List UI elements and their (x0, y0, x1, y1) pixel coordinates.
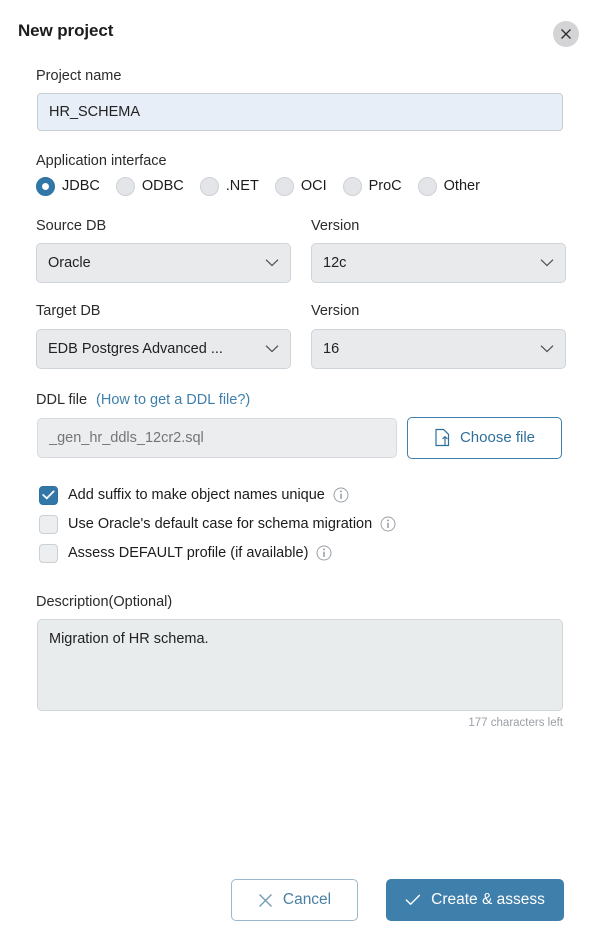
info-icon[interactable] (333, 487, 349, 503)
characters-left-counter: 177 characters left (468, 717, 563, 730)
dialog-title: New project (18, 21, 114, 40)
radio-other[interactable]: Other (417, 176, 480, 196)
ddl-file-label: DDL file (36, 391, 88, 408)
checkbox-label: Use Oracle's default case for schema mig… (68, 516, 373, 533)
radio-indicator (36, 176, 55, 196)
target-version-group: Version 16 (311, 303, 566, 369)
ddl-file-input[interactable] (37, 417, 397, 458)
cancel-button[interactable]: Cancel (231, 879, 358, 921)
create-and-assess-button[interactable]: Create & assess (386, 879, 564, 921)
source-db-label: Source DB (36, 217, 107, 234)
application-interface-group: Application interface JDBC ODBC .NET OCI (0, 153, 600, 196)
target-db-row: Target DB EDB Postgres Advanced ... Vers… (0, 303, 600, 369)
application-interface-label: Application interface (36, 153, 167, 170)
ddl-help-link[interactable]: (How to get a DDL file?) (96, 392, 250, 408)
radio-label: ProC (368, 178, 402, 195)
source-db-select-wrap: Oracle (36, 243, 291, 284)
project-name-input[interactable] (37, 93, 563, 132)
source-db-group: Source DB Oracle (36, 217, 291, 284)
new-project-dialog: New project Project name Application int… (0, 0, 600, 945)
source-version-group: Version 12c (311, 217, 566, 284)
radio-jdbc[interactable]: JDBC (36, 176, 100, 196)
checkbox-row-default-profile: Assess DEFAULT profile (if available) (39, 539, 600, 568)
choose-file-label: Choose file (459, 429, 536, 447)
target-db-label: Target DB (36, 303, 101, 320)
check-icon (42, 490, 55, 500)
dialog-header: New project (0, 0, 600, 68)
source-db-row: Source DB Oracle Version 12c (0, 217, 600, 284)
create-and-assess-label: Create & assess (431, 891, 545, 908)
source-version-select[interactable]: 12c (311, 243, 566, 284)
check-icon (405, 894, 421, 905)
description-textarea[interactable] (37, 619, 563, 712)
checkbox-label: Assess DEFAULT profile (if available) (68, 545, 309, 562)
dialog-body: Project name Application interface JDBC … (0, 68, 600, 729)
radio-oci[interactable]: OCI (274, 176, 327, 196)
x-icon (258, 893, 272, 907)
project-name-group: Project name (0, 68, 600, 132)
radio-indicator (199, 176, 219, 196)
ddl-file-label-row: DDL file (How to get a DDL file?) (0, 392, 600, 409)
radio-odbc[interactable]: ODBC (115, 176, 184, 196)
target-version-select-wrap: 16 (311, 328, 566, 369)
radio-label: JDBC (62, 178, 100, 195)
radio-label: ODBC (141, 178, 184, 195)
checkbox-row-default-case: Use Oracle's default case for schema mig… (39, 510, 600, 539)
checkbox-default-case[interactable] (39, 514, 58, 534)
cancel-label: Cancel (282, 891, 332, 908)
source-version-select-wrap: 12c (311, 243, 566, 284)
radio-label: .NET (225, 178, 259, 195)
description-group: Description(Optional) 177 characters lef… (0, 594, 600, 729)
target-db-group: Target DB EDB Postgres Advanced ... (36, 303, 291, 369)
radio-proc[interactable]: ProC (342, 176, 402, 196)
radio-indicator (342, 176, 362, 196)
target-db-select-wrap: EDB Postgres Advanced ... (36, 328, 291, 369)
checkbox-label: Add suffix to make object names unique (68, 487, 325, 504)
options-checkbox-group: Add suffix to make object names unique U… (0, 481, 600, 568)
description-label: Description(Optional) (36, 593, 173, 610)
info-icon[interactable] (380, 516, 396, 532)
ddl-file-row: Choose file (0, 416, 600, 459)
ddl-file-group: DDL file (How to get a DDL file?) Choose… (0, 392, 600, 459)
target-version-label: Version (311, 303, 360, 320)
radio-indicator (115, 176, 135, 196)
checkbox-default-profile[interactable] (39, 543, 58, 563)
close-icon (561, 29, 571, 39)
radio-label: Other (443, 178, 480, 195)
checkbox-row-add-suffix: Add suffix to make object names unique (39, 481, 600, 510)
close-button[interactable] (553, 21, 579, 47)
file-upload-icon (435, 429, 450, 447)
info-icon[interactable] (316, 545, 332, 561)
target-db-select[interactable]: EDB Postgres Advanced ... (36, 328, 291, 369)
radio-indicator (274, 176, 294, 196)
source-version-label: Version (311, 217, 360, 234)
radio-dotnet[interactable]: .NET (199, 176, 259, 196)
target-version-select[interactable]: 16 (311, 328, 566, 369)
project-name-label: Project name (36, 68, 122, 84)
checkbox-add-suffix[interactable] (39, 485, 58, 505)
choose-file-button[interactable]: Choose file (407, 416, 562, 459)
radio-indicator (417, 176, 437, 196)
radio-label: OCI (300, 178, 327, 195)
dialog-footer: Cancel Create & assess (0, 879, 600, 921)
application-interface-radio-group: JDBC ODBC .NET OCI ProC Other (0, 176, 600, 196)
source-db-select[interactable]: Oracle (36, 243, 291, 284)
